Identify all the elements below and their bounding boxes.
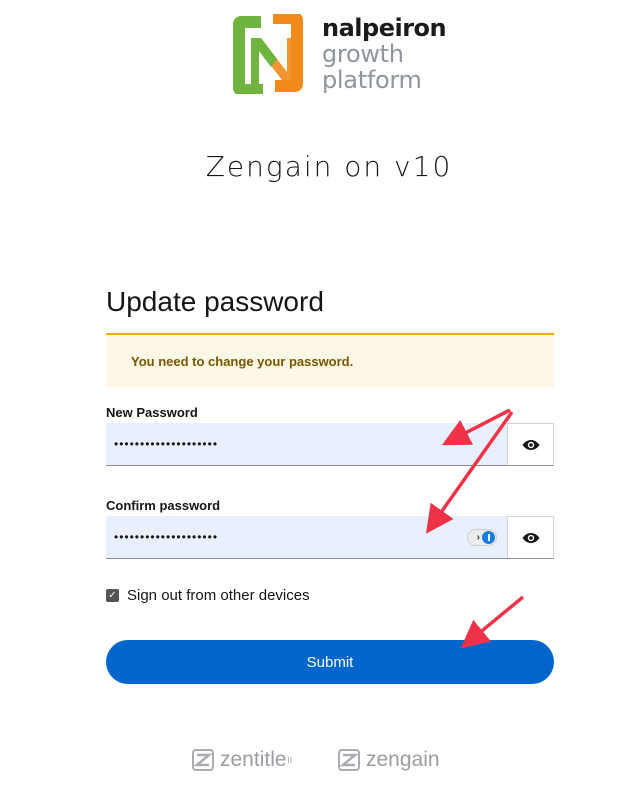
new-password-label: New Password <box>106 405 198 420</box>
confirm-password-value: •••••••••••••••••••• <box>114 530 219 544</box>
new-password-input[interactable]: •••••••••••••••••••• <box>106 423 507 466</box>
zengain-text: zengain <box>366 748 440 771</box>
sign-out-option: ✓ Sign out from other devices <box>106 587 554 604</box>
logo-line-3: platform <box>322 66 422 94</box>
nalpeiron-logo: nalpeiron growth platform <box>229 14 447 94</box>
warning-alert: You need to change your password. <box>106 333 554 387</box>
password-manager-icon[interactable]: › <box>467 529 497 546</box>
submit-button[interactable]: Submit <box>106 640 554 684</box>
show-new-password-button[interactable] <box>507 423 554 466</box>
eye-icon <box>522 439 539 450</box>
confirm-password-label: Confirm password <box>106 498 221 513</box>
new-password-row: •••••••••••••••••••• <box>106 423 554 466</box>
confirm-password-input[interactable]: •••••••••••••••••••• › <box>106 516 507 559</box>
logo-line-1: nalpeiron <box>322 14 447 42</box>
page-title: Update password <box>106 286 324 317</box>
zentitle-logo-icon <box>192 749 214 771</box>
checkbox-checked-icon: ✓ <box>108 589 117 601</box>
sign-out-label[interactable]: Sign out from other devices <box>127 587 310 604</box>
zengain-logo-icon <box>338 749 360 771</box>
update-password-form: Update password You need to change your … <box>106 282 554 684</box>
nalpeiron-logo-icon <box>233 14 303 94</box>
zentitle-brand: zentitle II <box>192 748 292 772</box>
footer-brands: zentitle II zengain <box>192 748 440 772</box>
show-confirm-password-button[interactable] <box>507 516 554 559</box>
confirm-password-row: •••••••••••••••••••• › <box>106 516 554 559</box>
zengain-brand: zengain <box>338 748 440 772</box>
eye-icon <box>522 532 539 543</box>
sign-out-checkbox[interactable]: ✓ <box>106 589 119 602</box>
zentitle-superscript: II <box>287 755 292 765</box>
zentitle-text: zentitle <box>220 748 287 771</box>
alert-text: You need to change your password. <box>131 353 354 369</box>
new-password-value: •••••••••••••••••••• <box>114 437 219 451</box>
realm-title: Zengain on v10 <box>205 150 453 183</box>
logo-line-2: growth <box>322 40 404 68</box>
